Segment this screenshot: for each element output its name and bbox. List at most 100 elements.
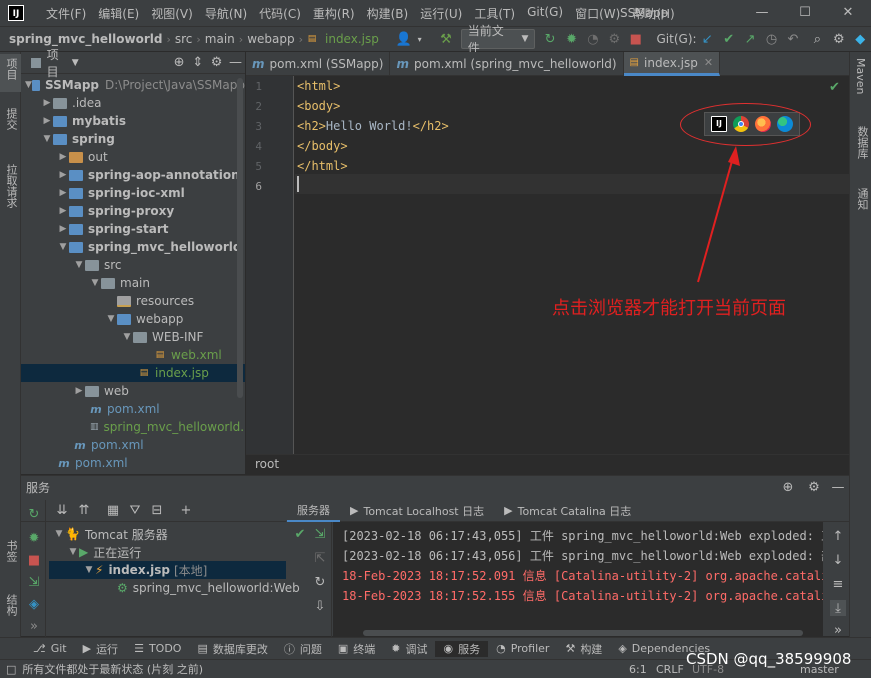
tree-item-idea[interactable]: ▶ .idea [21,94,245,112]
tree-item-index-jsp[interactable]: ▤ index.jsp [21,364,245,382]
tool-problems[interactable]: ⓘ 问题 [276,641,330,657]
tab-pom-spring-mvc[interactable]: m pom.xml (spring_mvc_helloworld) [390,52,624,76]
tree-item-main[interactable]: ▼ main [21,274,245,292]
tree-item-pom-xml[interactable]: m pom.xml [21,436,245,454]
scroll-to-end-icon[interactable]: ⤓ [830,600,846,616]
rollback-icon[interactable]: ↶ [785,31,800,47]
stripe-tab-project[interactable]: 项目 [3,58,19,80]
tab-pom-ssmapp[interactable]: m pom.xml (SSMapp) [246,52,391,76]
jetbrains-toolbox-icon[interactable]: ◆ [853,31,868,47]
tree-item-spring-mvc-helloworld[interactable]: ▼ spring_mvc_helloworld [21,238,245,256]
tree-item-ssmapp[interactable]: ▼ SSMapp D:\Project\Java\SSMapp [21,76,245,94]
locate-file-icon[interactable]: ⊕ [173,55,186,71]
expanded-arrow-icon[interactable]: ▼ [57,242,69,252]
expanded-arrow-icon[interactable]: ▼ [53,529,65,539]
update-app-icon[interactable]: ◈ [26,596,42,612]
tool-build[interactable]: ⚒ 构建 [557,641,610,657]
expanded-arrow-icon[interactable]: ▼ [41,134,53,144]
tree-item-spring[interactable]: ▼ spring [21,130,245,148]
add-icon[interactable]: + [178,503,194,519]
collapsed-arrow-icon[interactable]: ▶ [57,188,69,198]
collapsed-arrow-icon[interactable]: ▶ [57,206,69,216]
tree-item-iml[interactable]: ▥ spring_mvc_helloworld.iml [21,418,245,436]
menu-view[interactable]: 视图(V) [145,5,199,22]
settings-gear-icon[interactable]: ⚙ [831,31,846,47]
tab-tomcat-localhost-log[interactable]: ▶ Tomcat Localhost 日志 [340,503,494,519]
hide-panel-icon[interactable]: — [229,55,242,71]
tree-item-mybatis[interactable]: ▶ mybatis [21,112,245,130]
tree-item-web-inf[interactable]: ▼ WEB-INF [21,328,245,346]
soft-wrap-icon[interactable]: ≡ [830,576,846,592]
breadcrumb-webapp[interactable]: webapp [244,32,297,46]
project-scrollbar[interactable] [237,78,243,398]
tab-index-jsp[interactable]: ▤ index.jsp ✕ [623,52,721,76]
add-service-icon[interactable]: ⊕ [780,479,796,495]
expanded-arrow-icon[interactable]: ▼ [89,278,101,288]
collapsed-arrow-icon[interactable]: ▶ [41,98,53,108]
log-horizontal-scrollbar[interactable] [363,630,803,636]
deploy-icon[interactable]: ⇲ [26,574,42,590]
rerun-icon[interactable]: ↻ [26,506,42,522]
tree-item-spring-aop-annotation[interactable]: ▶ spring-aop-annotation [21,166,245,184]
rerun-icon[interactable]: ↻ [542,31,557,47]
expanded-arrow-icon[interactable]: ▼ [25,80,32,90]
tool-terminal[interactable]: ▣ 终端 [330,641,383,657]
deploy-icon[interactable]: ⇲ [312,526,328,542]
open-in-browser-icon[interactable]: ⇩ [312,598,328,614]
tool-services[interactable]: ◉ 服务 [435,640,489,657]
close-tab-icon[interactable]: ✕ [704,56,713,69]
menu-refactor[interactable]: 重构(R) [307,5,361,22]
options-gear-icon[interactable]: ⚙ [210,55,223,71]
service-node-tomcat[interactable]: ▼ 🐈 Tomcat 服务器 [53,525,168,543]
log-output[interactable]: [2023-02-18 06:17:43,055] 工件 spring_mvc_… [333,522,823,637]
collapsed-arrow-icon[interactable]: ▶ [57,152,69,162]
collapse-all-icon[interactable]: ⇈ [76,503,92,519]
git-update-icon[interactable]: ↙ [700,31,715,47]
minimize-button[interactable]: — [752,3,772,23]
hide-panel-icon[interactable]: — [830,479,846,495]
tool-todo[interactable]: ☰ TODO [126,642,189,655]
menu-window[interactable]: 窗口(W) [569,5,626,22]
collapsed-arrow-icon[interactable]: ▶ [57,170,69,180]
service-node-running[interactable]: ▼ ▶ 正在运行 [67,543,142,561]
caret-position[interactable]: 6:1 [629,663,647,676]
menu-file[interactable]: 文件(F) [40,5,92,22]
menu-git[interactable]: Git(G) [521,5,569,22]
service-node-artifact[interactable]: ⚙ spring_mvc_helloworld:Web [117,579,300,597]
more-icon[interactable]: » [830,622,846,638]
tool-db-changes[interactable]: ▤ 数据库更改 [189,641,275,657]
tree-item-spring-ioc-xml[interactable]: ▶ spring-ioc-xml [21,184,245,202]
tree-item-web-xml[interactable]: ▤ web.xml [21,346,245,364]
menu-code[interactable]: 代码(C) [253,5,307,22]
stripe-tab-database[interactable]: 数据库 [854,126,870,159]
stripe-tab-maven[interactable]: Maven [854,58,867,94]
run-configuration-select[interactable]: 当前文件 ▼ [460,24,536,55]
menu-edit[interactable]: 编辑(E) [92,5,145,22]
debug-bug-icon[interactable]: ✹ [564,31,579,47]
chevron-down-icon[interactable]: ▼ [72,58,79,68]
tool-debug[interactable]: ✹ 调试 [383,641,435,657]
menu-build[interactable]: 构建(B) [361,5,415,22]
tree-item-pom-xml[interactable]: m pom.xml [21,454,245,472]
tree-item-spring-start[interactable]: ▶ spring-start [21,220,245,238]
expanded-arrow-icon[interactable]: ▼ [73,260,85,270]
stripe-tab-notifications[interactable]: 通知 [854,188,870,210]
tree-item-resources[interactable]: resources [21,292,245,310]
tree-item-web[interactable]: ▶ web [21,382,245,400]
history-icon[interactable]: ◷ [764,31,779,47]
build-hammer-icon[interactable]: ⚒ [438,31,453,47]
breadcrumb-file[interactable]: index.jsp [322,32,382,46]
menu-navigate[interactable]: 导航(N) [199,5,253,22]
expand-all-icon[interactable]: ⇊ [54,503,70,519]
stop-icon[interactable]: ■ [628,31,643,47]
editor-breadcrumb[interactable]: root [246,454,849,474]
stripe-tab-pull-requests[interactable]: 拉取请求 [3,164,19,208]
tree-item-pom-xml[interactable]: m pom.xml [21,400,245,418]
collapsed-arrow-icon[interactable]: ▶ [41,116,53,126]
expanded-arrow-icon[interactable]: ▼ [67,547,79,557]
project-view-selector[interactable]: 项目 [47,46,66,80]
stop-icon[interactable]: ■ [26,552,42,568]
collapsed-arrow-icon[interactable]: ▶ [73,386,85,396]
search-icon[interactable]: ⌕ [810,31,825,47]
menu-run[interactable]: 运行(U) [414,5,468,22]
